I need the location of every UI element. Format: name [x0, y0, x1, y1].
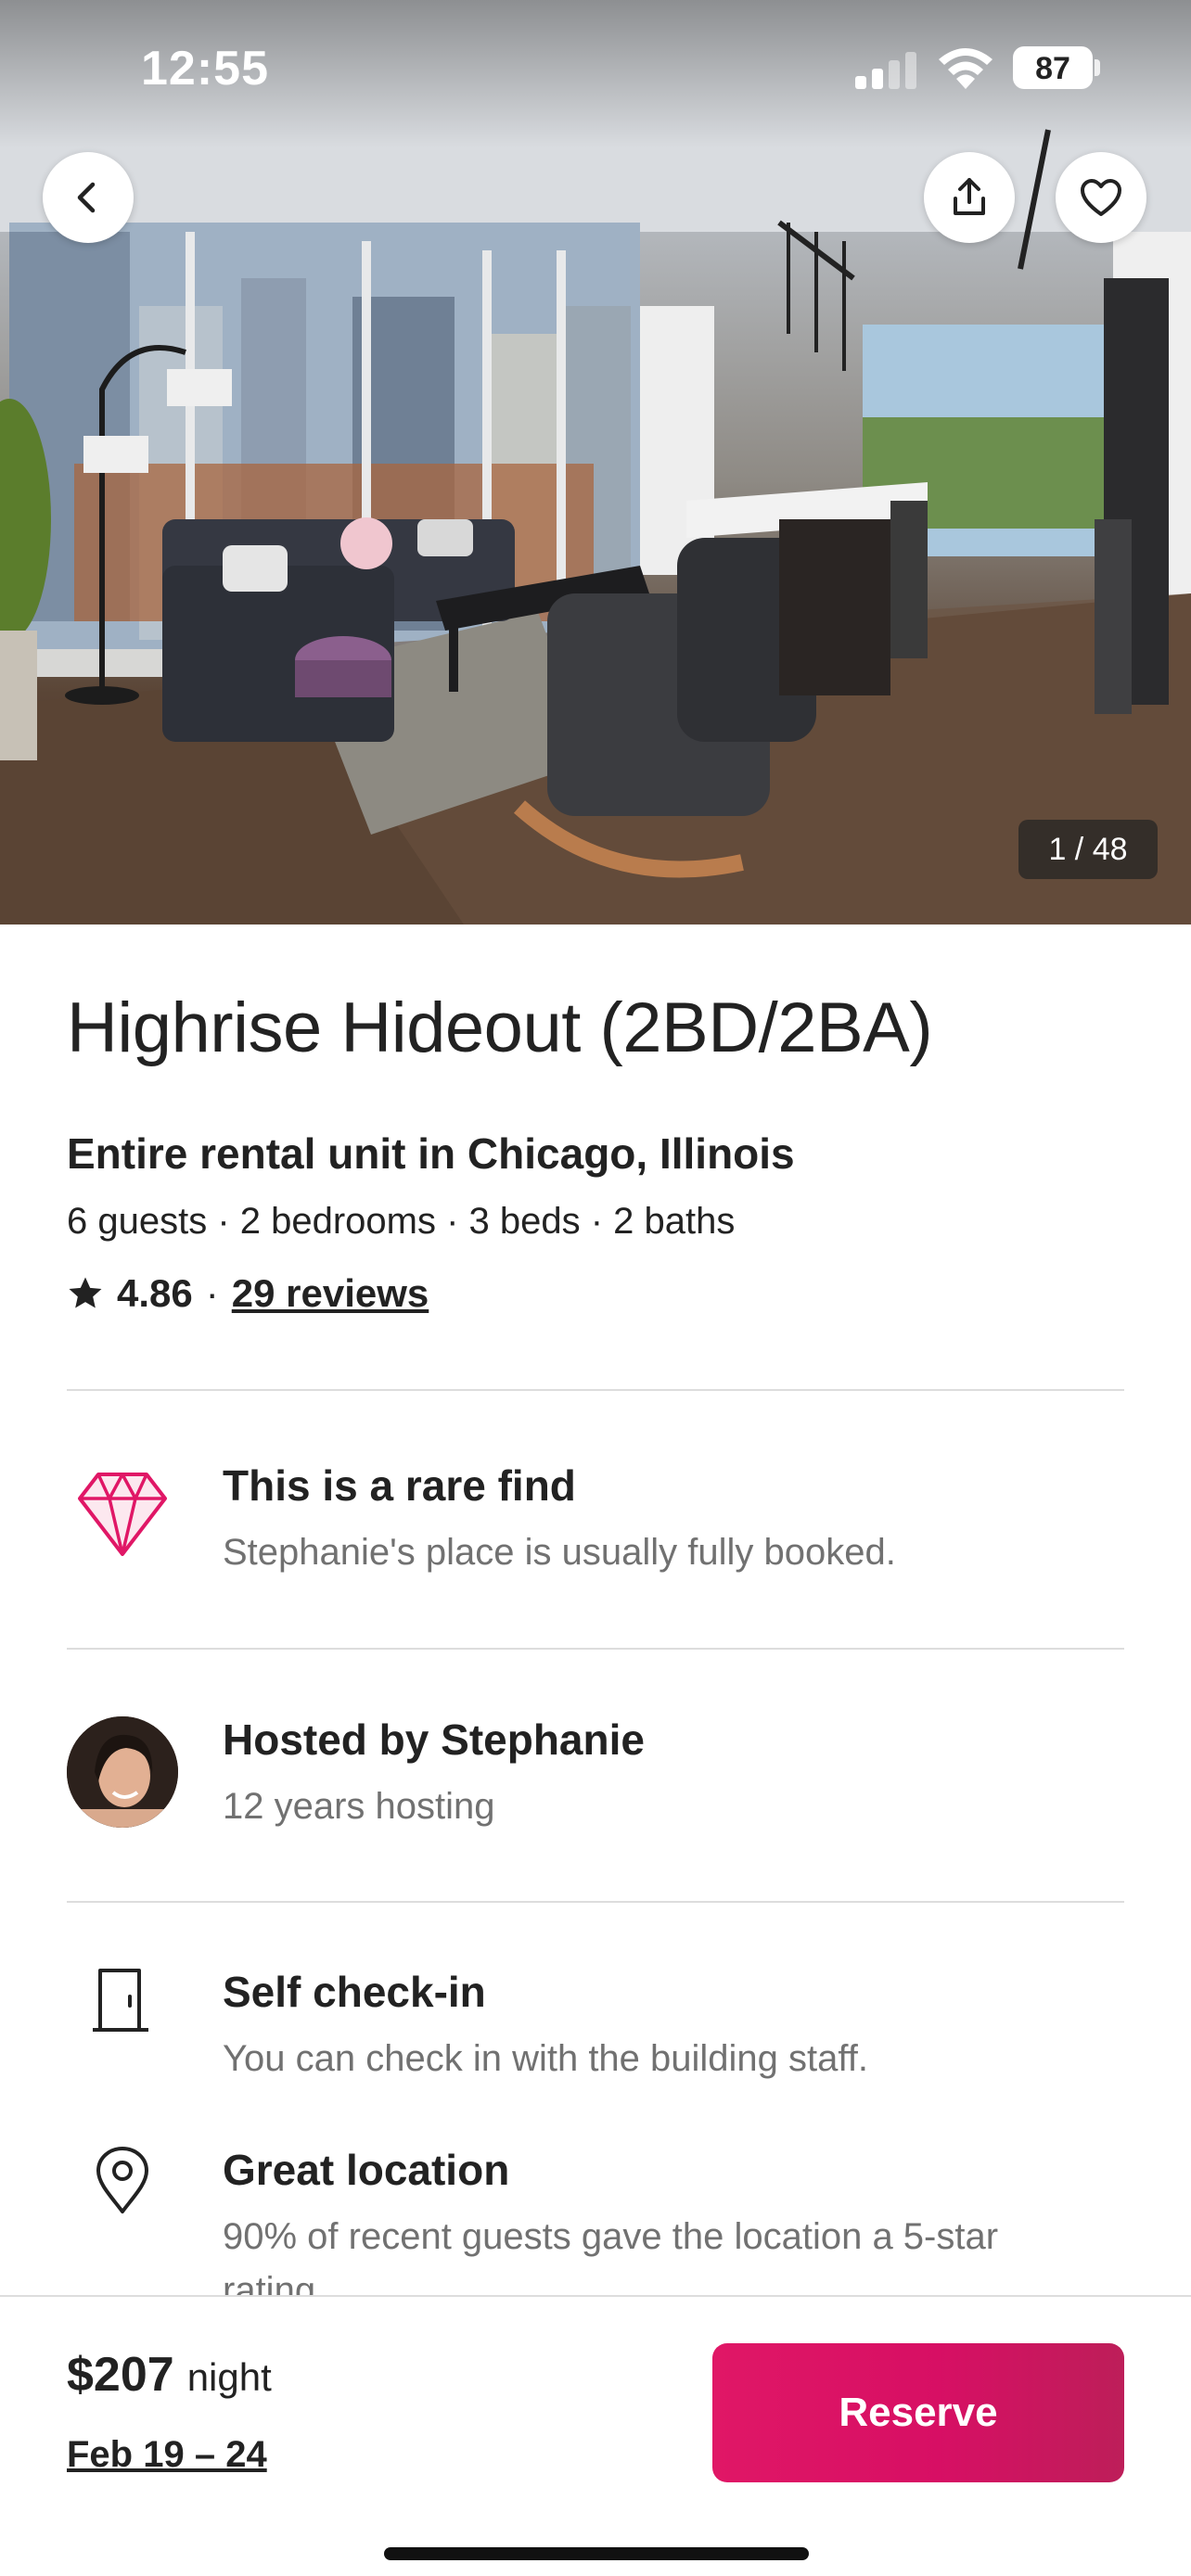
- booking-dates-link[interactable]: Feb 19 – 24: [67, 2434, 267, 2476]
- rating-row: 4.86 · 29 reviews: [67, 1271, 429, 1316]
- wifi-icon: [939, 48, 992, 89]
- battery-percent: 87: [1035, 51, 1070, 86]
- share-button[interactable]: [924, 152, 1015, 243]
- host-photo: [67, 1716, 178, 1828]
- booking-bar: $207 night Feb 19 – 24 Reserve: [0, 2295, 1191, 2576]
- rare-find-description: Stephanie's place is usually fully booke…: [223, 1532, 896, 1573]
- share-icon: [954, 178, 985, 215]
- listing-title: Highrise Hideout (2BD/2BA): [67, 988, 933, 1067]
- battery-indicator: 87: [1013, 46, 1100, 89]
- host-avatar[interactable]: [67, 1716, 178, 1828]
- cellular-signal-icon: [855, 52, 916, 89]
- rating-score: 4.86: [117, 1271, 193, 1315]
- home-indicator: [384, 2547, 809, 2560]
- feature-title: Great location: [223, 2146, 510, 2194]
- reviews-link[interactable]: 29 reviews: [232, 1271, 429, 1316]
- feature-title: Self check-in: [223, 1968, 486, 2016]
- rating-separator: ·: [205, 1271, 219, 1315]
- listing-details-summary: 6 guests · 2 bedrooms · 3 beds · 2 baths: [67, 1201, 736, 1242]
- host-title: Hosted by Stephanie: [223, 1715, 645, 1764]
- diamond-icon: [78, 1473, 167, 1556]
- divider: [67, 1901, 1124, 1903]
- location-pin-icon: [96, 2147, 148, 2213]
- chevron-left-icon: [77, 182, 96, 213]
- listing-subtitle: Entire rental unit in Chicago, Illinois: [67, 1129, 795, 1178]
- feature-description: You can check in with the building staff…: [223, 2038, 869, 2079]
- star-icon: [69, 1277, 102, 1308]
- feature-description: 90% of recent guests gave the location a…: [223, 2216, 999, 2295]
- rare-find-title: This is a rare find: [223, 1461, 576, 1510]
- photo-counter: 1 / 48: [1018, 820, 1158, 879]
- price: $207 night: [67, 2347, 272, 2403]
- host-description: 12 years hosting: [223, 1786, 495, 1827]
- divider: [67, 1648, 1124, 1650]
- status-bar: 12:55 87: [0, 0, 1191, 139]
- price-unit: night: [186, 2355, 272, 2399]
- listing-photo[interactable]: 12:55 87 1 / 48: [0, 0, 1191, 925]
- save-button[interactable]: [1056, 152, 1146, 243]
- price-amount: $207: [67, 2348, 174, 2402]
- status-time: 12:55: [141, 42, 269, 96]
- listing-details[interactable]: Highrise Hideout (2BD/2BA) Entire rental…: [0, 925, 1191, 2295]
- divider: [67, 1389, 1124, 1391]
- door-icon: [93, 1969, 148, 2032]
- reserve-button[interactable]: Reserve: [712, 2343, 1124, 2482]
- back-button[interactable]: [43, 152, 134, 243]
- heart-icon: [1081, 179, 1121, 216]
